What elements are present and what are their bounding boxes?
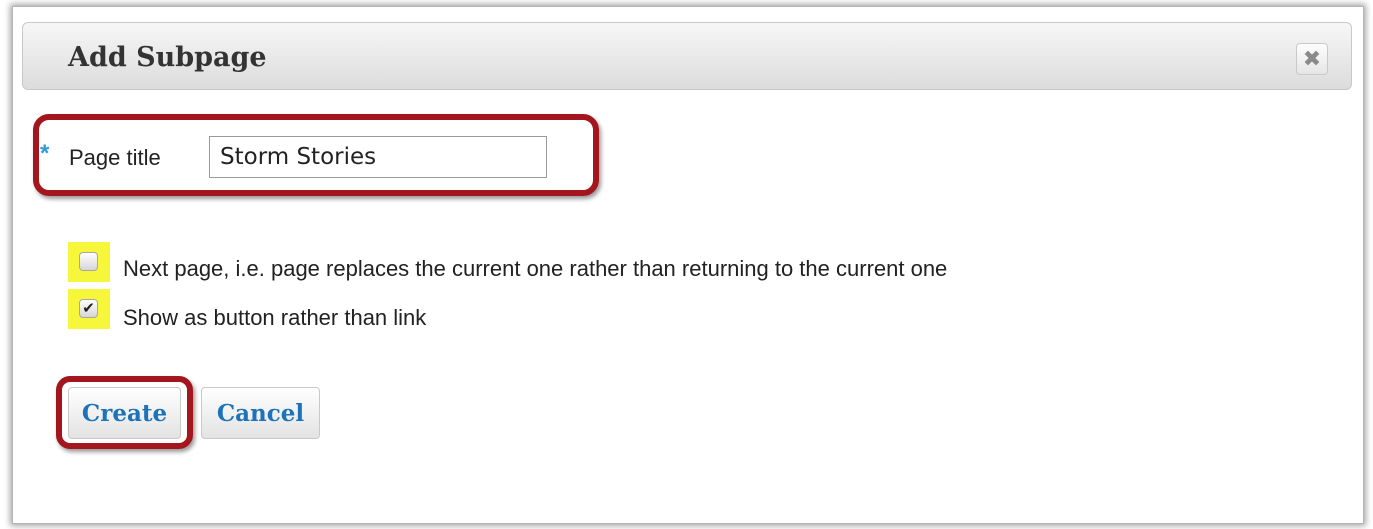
show-as-button-label: Show as button rather than link [123, 305, 427, 330]
close-icon: ✖ [1302, 46, 1322, 71]
dialog-titlebar: Add Subpage ✖ [22, 22, 1352, 90]
dialog-title: Add Subpage [68, 42, 267, 73]
next-page-label: Next page, i.e. page replaces the curren… [123, 256, 948, 281]
page-title-input[interactable] [209, 136, 547, 178]
checkmark-icon: ✔ [82, 300, 95, 317]
cancel-button[interactable]: Cancel [201, 387, 320, 439]
show-as-button-checkbox[interactable]: ✔ [79, 299, 98, 318]
required-marker: * [40, 140, 50, 167]
create-button[interactable]: Create [68, 387, 181, 439]
page-title-label: Page title [69, 145, 161, 170]
close-button[interactable]: ✖ [1296, 43, 1328, 75]
next-page-checkbox[interactable] [79, 252, 98, 271]
